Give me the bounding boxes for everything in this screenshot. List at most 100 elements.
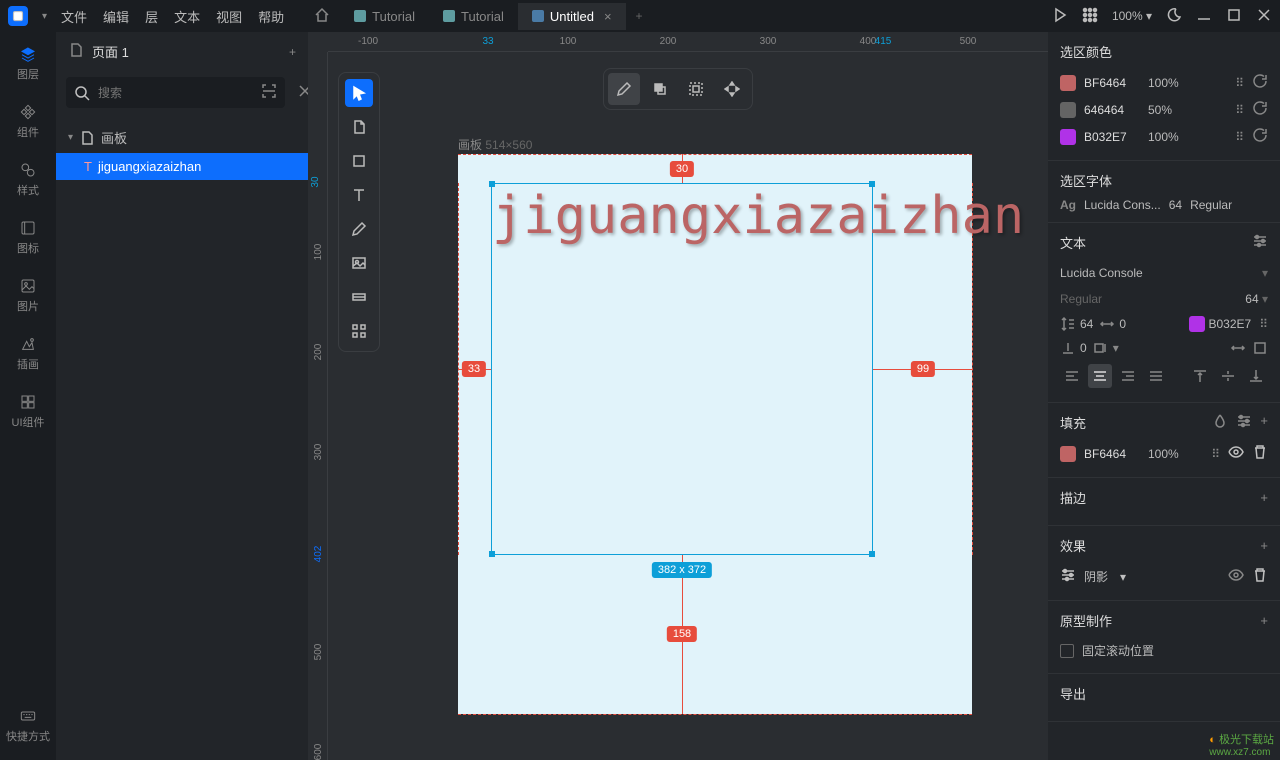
handle-tr[interactable]	[869, 181, 875, 187]
line-height-input[interactable]: 64	[1060, 316, 1093, 332]
text-content[interactable]: jiguangxiazaizhan	[492, 184, 872, 245]
grid-icon[interactable]	[1082, 7, 1098, 26]
add-proto-button[interactable]: +	[1260, 613, 1268, 628]
refresh-icon[interactable]	[1252, 127, 1268, 146]
text-layer-icon: T	[84, 159, 92, 174]
refresh-icon[interactable]	[1252, 73, 1268, 92]
tab-untitled[interactable]: Untitled×	[518, 3, 626, 30]
nav-styles[interactable]: 样式	[17, 162, 39, 198]
page-selector[interactable]: 页面 1 +	[56, 32, 308, 71]
nav-shortcuts[interactable]: 快捷方式	[6, 708, 50, 744]
menu-view[interactable]: 视图	[216, 7, 242, 26]
add-effect-button[interactable]: +	[1260, 538, 1268, 553]
tab-tutorial-2[interactable]: Tutorial	[429, 3, 518, 30]
text-selection-box[interactable]: jiguangxiazaizhan	[491, 183, 873, 555]
main-menu: 文件 编辑 层 文本 视图 帮助	[61, 7, 284, 26]
align-center-button[interactable]	[1088, 364, 1112, 388]
menu-help[interactable]: 帮助	[258, 7, 284, 26]
shadow-effect-row[interactable]: 阴影▾	[1060, 563, 1268, 590]
scan-icon[interactable]	[261, 83, 277, 102]
artboard-layer-row[interactable]: ▾ 画板	[56, 122, 308, 153]
valign-bottom-button[interactable]	[1244, 364, 1268, 388]
color-row[interactable]: BF6464100%⠿	[1060, 69, 1268, 96]
effect-settings-icon[interactable]	[1060, 567, 1076, 586]
stroke-title: 描边	[1060, 488, 1086, 507]
ruler-vertical: 30100200300402500600	[308, 52, 328, 760]
selected-text-layer[interactable]: T jiguangxiazaizhan	[56, 153, 308, 180]
nav-icons[interactable]: 图标	[17, 220, 39, 256]
app-logo[interactable]	[8, 6, 28, 26]
text-color-chip[interactable]: B032E7⠿	[1189, 316, 1269, 332]
artboard-title[interactable]: 画板 514×560	[458, 136, 532, 153]
font-family-select[interactable]: Lucida Console▾	[1060, 260, 1268, 286]
close-window-icon[interactable]	[1256, 7, 1272, 26]
moon-icon[interactable]	[1166, 7, 1182, 26]
search-box[interactable]	[66, 77, 285, 108]
dots-icon[interactable]: ⠿	[1235, 103, 1244, 117]
align-left-button[interactable]	[1060, 364, 1084, 388]
resize-box-icon[interactable]	[1252, 340, 1268, 356]
fixed-scroll-checkbox[interactable]: 固定滚动位置	[1060, 638, 1268, 663]
add-tab-button[interactable]: +	[626, 3, 653, 29]
adjust-icon[interactable]	[1236, 413, 1252, 432]
menu-text[interactable]: 文本	[174, 7, 200, 26]
nav-illustrations[interactable]: 插画	[17, 336, 39, 372]
nav-images[interactable]: 图片	[17, 278, 39, 314]
valign-middle-button[interactable]	[1216, 364, 1240, 388]
eye-icon[interactable]	[1228, 567, 1244, 586]
maximize-icon[interactable]	[1226, 7, 1242, 26]
resize-h-icon[interactable]	[1230, 340, 1246, 356]
add-fill-button[interactable]: +	[1260, 413, 1268, 432]
nav-components[interactable]: 组件	[17, 104, 39, 140]
dots-icon[interactable]: ⠿	[1235, 130, 1244, 144]
color-row[interactable]: 64646450%⠿	[1060, 96, 1268, 123]
letter-spacing-input[interactable]: 0	[1099, 316, 1126, 332]
font-weight-size-row: Regular 64 ▾	[1060, 286, 1268, 312]
menu-edit[interactable]: 编辑	[103, 7, 129, 26]
add-page-button[interactable]: +	[289, 45, 296, 59]
droplet-icon[interactable]	[1212, 413, 1228, 432]
refresh-icon[interactable]	[1252, 100, 1268, 119]
search-input[interactable]	[98, 86, 253, 100]
delete-icon[interactable]	[1252, 444, 1268, 463]
align-right-button[interactable]	[1116, 364, 1140, 388]
add-stroke-button[interactable]: +	[1260, 490, 1268, 505]
dots-icon[interactable]: ⠿	[1211, 447, 1220, 461]
minimize-icon[interactable]	[1196, 7, 1212, 26]
font-weight-select[interactable]: Regular	[1060, 292, 1237, 306]
dots-icon[interactable]: ⠿	[1235, 76, 1244, 90]
text-section-title: 文本	[1060, 233, 1086, 252]
expand-icon[interactable]: ▾	[68, 132, 73, 143]
delete-icon[interactable]	[1252, 567, 1268, 586]
topbar: ▾ 文件 编辑 层 文本 视图 帮助 Tutorial Tutorial Unt…	[0, 0, 1280, 32]
handle-tl[interactable]	[489, 181, 495, 187]
dots-icon[interactable]: ⠿	[1259, 317, 1268, 331]
handle-br[interactable]	[869, 551, 875, 557]
handle-bl[interactable]	[489, 551, 495, 557]
fill-color-row[interactable]: BF6464 100% ⠿	[1060, 440, 1268, 467]
valign-top-button[interactable]	[1188, 364, 1212, 388]
font-size-select[interactable]: 64 ▾	[1245, 292, 1268, 306]
text-metrics-row-1: 64 0 B032E7⠿	[1060, 312, 1268, 336]
settings-icon[interactable]	[1252, 233, 1268, 252]
tab-tutorial-1[interactable]: Tutorial	[340, 3, 429, 30]
selection-color-title: 选区颜色	[1060, 42, 1268, 61]
auto-width-toggle[interactable]: ▾	[1093, 340, 1119, 356]
font-summary-row[interactable]: Ag Lucida Cons... 64 Regular	[1060, 198, 1268, 212]
canvas-viewport[interactable]: 画板 514×560 30 33 99 158 jiguangxiazaizha…	[328, 52, 1048, 760]
baseline-input[interactable]: 0	[1060, 340, 1087, 356]
ag-icon: Ag	[1060, 198, 1076, 212]
home-tab[interactable]	[304, 1, 340, 32]
color-row[interactable]: B032E7100%⠿	[1060, 123, 1268, 150]
nav-ui-components[interactable]: UI组件	[12, 394, 45, 430]
canvas-area[interactable]: -10033100200300400415500 301002003004025…	[308, 32, 1048, 760]
eye-icon[interactable]	[1228, 444, 1244, 463]
align-justify-button[interactable]	[1144, 364, 1168, 388]
play-icon[interactable]	[1052, 7, 1068, 26]
close-icon[interactable]: ×	[604, 9, 612, 24]
chevron-down-icon[interactable]: ▾	[42, 11, 47, 22]
menu-file[interactable]: 文件	[61, 7, 87, 26]
zoom-level[interactable]: 100% ▾	[1112, 9, 1152, 23]
menu-layer[interactable]: 层	[145, 7, 158, 26]
nav-layers[interactable]: 图层	[17, 46, 39, 82]
